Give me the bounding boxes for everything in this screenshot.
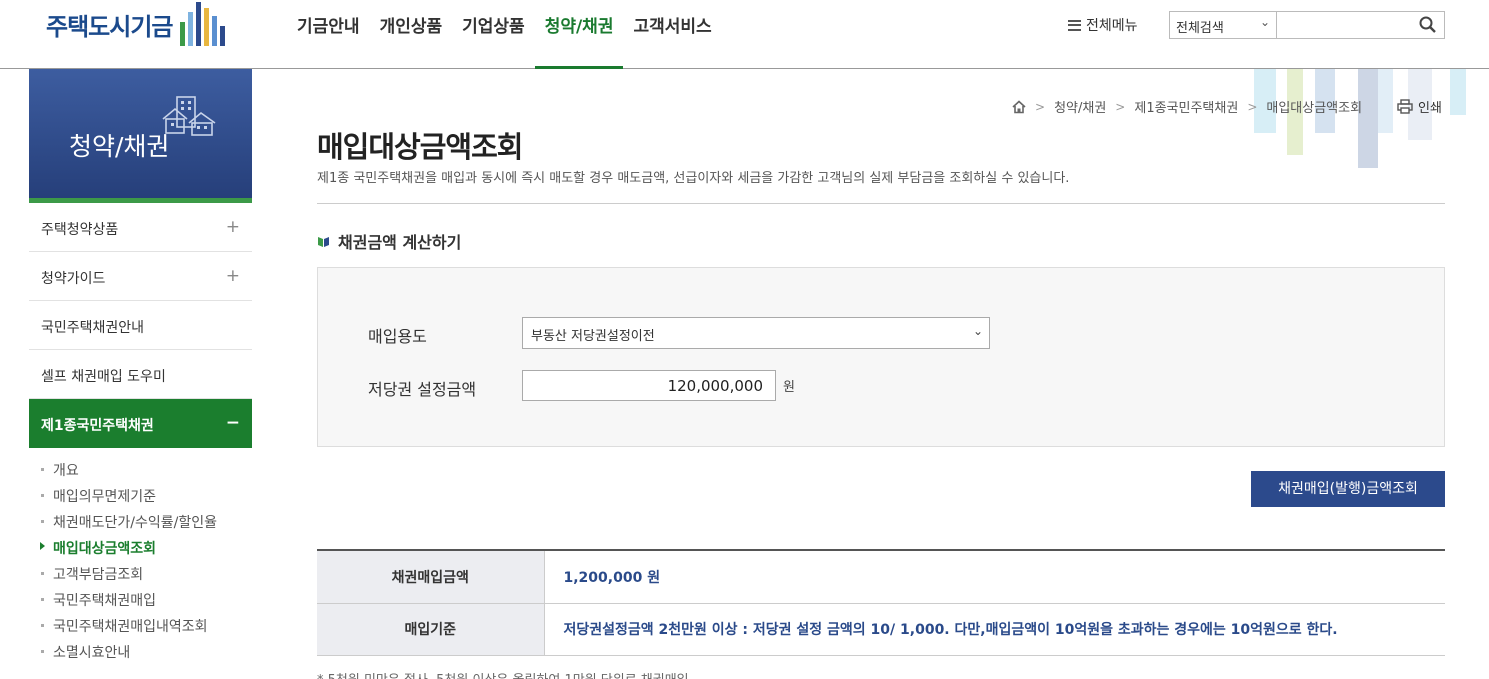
section-title: 채권금액 계산하기 (317, 229, 461, 253)
submenu-item-prescription-info[interactable]: 소멸시효안내 (29, 637, 252, 663)
plus-icon: + (225, 217, 240, 237)
sidebar-item-self-bond-helper[interactable]: 셀프 채권매입 도우미 (29, 350, 252, 399)
logo-text: 주택도시기금 (46, 12, 173, 41)
search-icon[interactable] (1418, 15, 1438, 35)
global-nav: 기금안내 개인상품 기업상품 청약/채권 고객서비스 (287, 0, 722, 69)
sidebar-item-first-class-bond[interactable]: 제1종국민주택채권 − (29, 399, 252, 448)
breadcrumb-separator: > (1247, 99, 1258, 114)
sidebar-item-label: 제1종국민주택채권 (41, 418, 154, 434)
hamburger-icon (1068, 19, 1081, 31)
row-header: 매입기준 (317, 603, 545, 656)
gnb-item-personal-products[interactable]: 개인상품 (370, 0, 453, 68)
chevron-down-icon: ⌄ (972, 324, 983, 338)
sidebar-item-national-bond-info[interactable]: 국민주택채권안내 (29, 301, 252, 350)
gnb-item-corporate-products[interactable]: 기업상품 (452, 0, 535, 68)
breadcrumb-item[interactable]: 제1종국민주택채권 (1134, 97, 1238, 116)
sidebar-item-housing-subscription[interactable]: 주택청약상품 + (29, 203, 252, 252)
sidebar-menu: 주택청약상품 + 청약가이드 + 국민주택채권안내 셀프 채권매입 도우미 제1… (29, 203, 252, 448)
section-title-text: 채권금액 계산하기 (338, 233, 462, 252)
breadcrumb: > 청약/채권 > 제1종국민주택채권 > 매입대상금액조회 (1012, 97, 1362, 116)
sidebar-banner: 청약/채권 (29, 69, 252, 203)
result-table: 채권매입금액 1,200,000 원 매입기준 저당권설정금액 2천만원 이상 … (317, 549, 1445, 656)
page-title: 매입대상금액조회 (317, 130, 523, 164)
page-description: 제1종 국민주택채권을 매입과 동시에 즉시 매도할 경우 매도금액, 선급이자… (317, 171, 1070, 186)
breadcrumb-separator: > (1035, 99, 1046, 114)
plus-icon: + (225, 266, 240, 286)
search-scope-select[interactable]: 전체검색 ⌄ (1169, 11, 1277, 39)
submenu-item-purchase-amount-lookup[interactable]: 매입대상금액조회 (29, 533, 252, 559)
section-book-icon (318, 236, 329, 247)
chevron-down-icon: ⌄ (1259, 15, 1270, 29)
breadcrumb-separator: > (1115, 99, 1126, 114)
breadcrumb-item[interactable]: 청약/채권 (1054, 97, 1106, 116)
submenu-item-bond-purchase[interactable]: 국민주택채권매입 (29, 585, 252, 611)
all-menu-button[interactable]: 전체메뉴 (1068, 15, 1138, 35)
gnb-item-subscription-bond[interactable]: 청약/채권 (534, 0, 624, 69)
row-value: 1,200,000 원 (544, 550, 1445, 604)
breadcrumb-item-current: 매입대상금액조회 (1266, 101, 1363, 116)
submenu-item-overview[interactable]: 개요 (29, 455, 252, 481)
table-row: 매입기준 저당권설정금액 2천만원 이상 : 저당권 설정 금액의 10/ 1,… (317, 603, 1445, 656)
purpose-label: 매입용도 (368, 327, 427, 346)
lookup-bond-amount-button[interactable]: 채권매입(발행)금액조회 (1251, 471, 1445, 507)
submenu-item-purchase-history[interactable]: 국민주택채권매입내역조회 (29, 611, 252, 637)
sidebar-item-label: 국민주택채권안내 (41, 320, 145, 336)
sidebar-item-subscription-guide[interactable]: 청약가이드 + (29, 252, 252, 301)
print-label: 인쇄 (1418, 101, 1442, 116)
sidebar-item-label: 주택청약상품 (41, 222, 119, 238)
title-divider (317, 203, 1445, 204)
amount-label: 저당권 설정금액 (368, 380, 477, 399)
all-menu-label: 전체메뉴 (1086, 18, 1138, 34)
sidebar-banner-title: 청약/채권 (69, 132, 170, 161)
gnb-item-customer-service[interactable]: 고객서비스 (623, 0, 721, 68)
submenu-item-bond-rates[interactable]: 채권매도단가/수익률/할인율 (29, 507, 252, 533)
sidebar-item-label: 청약가이드 (41, 271, 106, 287)
submenu-item-exemption-criteria[interactable]: 매입의무면제기준 (29, 481, 252, 507)
row-header: 채권매입금액 (317, 550, 545, 604)
table-row: 채권매입금액 1,200,000 원 (317, 550, 1445, 604)
footnote: * 5천원 미만은 절사, 5천원 이상은 올림하여 1만원 단위로 채권매입 (317, 669, 689, 679)
logo-mark-icon (180, 2, 230, 46)
purpose-select-value: 부동산 저당권설정이전 (531, 329, 655, 344)
minus-icon: − (225, 413, 240, 433)
site-header: 주택도시기금 기금안내 개인상품 기업상품 청약/채권 고객서비스 전체메뉴 전… (0, 0, 1489, 69)
home-icon[interactable] (1012, 99, 1026, 114)
amount-unit: 원 (783, 380, 795, 395)
search-scope-value: 전체검색 (1176, 21, 1224, 36)
page-root: 주택도시기금 기금안내 개인상품 기업상품 청약/채권 고객서비스 전체메뉴 전… (0, 0, 1489, 679)
print-button[interactable]: 인쇄 (1397, 97, 1442, 116)
row-value: 저당권설정금액 2천만원 이상 : 저당권 설정 금액의 10/ 1,000. … (544, 603, 1445, 656)
purpose-select[interactable]: 부동산 저당권설정이전 ⌄ (522, 317, 990, 349)
site-logo[interactable]: 주택도시기금 (46, 2, 230, 46)
sidebar-submenu: 개요 매입의무면제기준 채권매도단가/수익률/할인율 매입대상금액조회 고객부담… (29, 455, 252, 663)
print-icon (1397, 99, 1413, 114)
sidebar-item-label: 셀프 채권매입 도우미 (41, 369, 166, 385)
gnb-item-fund-info[interactable]: 기금안내 (287, 0, 370, 68)
calculator-form: 매입용도 부동산 저당권설정이전 ⌄ 저당권 설정금액 120,000,000 … (317, 267, 1445, 447)
mortgage-amount-input[interactable]: 120,000,000 (522, 370, 776, 401)
submenu-item-customer-burden-lookup[interactable]: 고객부담금조회 (29, 559, 252, 585)
